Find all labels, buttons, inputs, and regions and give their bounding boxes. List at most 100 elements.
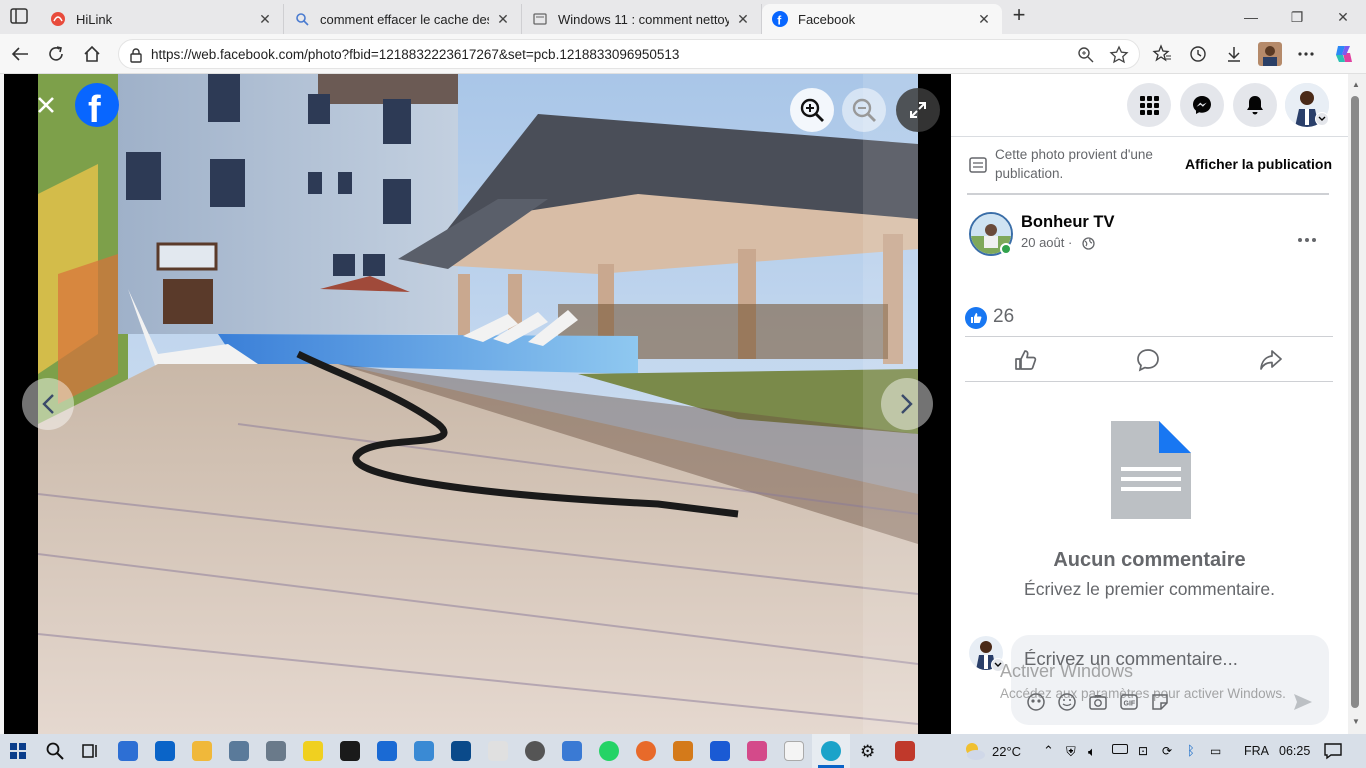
- notifications-bell-icon[interactable]: [1233, 83, 1277, 127]
- more-options-icon[interactable]: [1297, 230, 1317, 248]
- close-tab-icon[interactable]: ✕: [495, 11, 511, 28]
- taskbar-search-icon[interactable]: [46, 742, 64, 765]
- profile-avatar[interactable]: [1256, 40, 1284, 68]
- blank-app-icon[interactable]: [488, 741, 508, 761]
- weather-icon[interactable]: [960, 739, 988, 768]
- tray-app-icon[interactable]: ⛨: [1066, 744, 1076, 760]
- edge-icon[interactable]: [821, 741, 841, 761]
- app-icon[interactable]: [414, 741, 434, 761]
- notification-center-icon[interactable]: [1323, 742, 1343, 765]
- zoom-icon[interactable]: [1077, 46, 1095, 69]
- close-tab-icon[interactable]: ✕: [257, 11, 273, 28]
- app-icon[interactable]: [895, 741, 915, 761]
- share-button[interactable]: [1226, 344, 1316, 376]
- document-app-icon[interactable]: [784, 741, 804, 761]
- home-icon[interactable]: [78, 40, 106, 68]
- reaction-count[interactable]: 26: [993, 306, 1014, 328]
- calculator-icon[interactable]: [266, 741, 286, 761]
- whatsapp-icon[interactable]: [599, 741, 619, 761]
- downloads-icon[interactable]: [1220, 40, 1248, 68]
- divider: [965, 336, 1333, 337]
- powershell-icon[interactable]: [451, 741, 471, 761]
- sticky-notes-icon[interactable]: [303, 741, 323, 761]
- favorites-icon[interactable]: [1148, 40, 1176, 68]
- tab-facebook[interactable]: f Facebook ✕: [762, 4, 1002, 34]
- fullscreen-icon[interactable]: [896, 88, 940, 132]
- weather-temperature[interactable]: 22°C: [992, 744, 1021, 759]
- clock-time[interactable]: 06:25: [1279, 744, 1310, 758]
- scrollbar-thumb[interactable]: [1351, 96, 1359, 708]
- volume-icon[interactable]: 🔈︎: [1088, 744, 1096, 760]
- favorite-star-icon[interactable]: [1109, 45, 1129, 70]
- tab-search[interactable]: comment effacer le cache des log ✕: [284, 4, 522, 34]
- remote-desktop-icon[interactable]: [377, 741, 397, 761]
- tab-label: comment effacer le cache des log: [320, 11, 489, 27]
- new-tab-icon[interactable]: +: [1008, 4, 1030, 27]
- app-icon[interactable]: [710, 741, 730, 761]
- divider: [967, 193, 1329, 195]
- app-icon[interactable]: [673, 741, 693, 761]
- media-app-icon[interactable]: [525, 741, 545, 761]
- sync-icon[interactable]: ⟳: [1162, 744, 1172, 758]
- previous-photo-button[interactable]: [22, 378, 74, 430]
- comment-button[interactable]: [1103, 344, 1193, 376]
- network-app-icon[interactable]: [229, 741, 249, 761]
- tab-actions-icon[interactable]: [10, 8, 30, 26]
- tab-hilink[interactable]: HiLink ✕: [40, 4, 284, 34]
- history-icon[interactable]: [1184, 40, 1212, 68]
- post-date[interactable]: 20 août ·: [1021, 235, 1072, 250]
- back-icon[interactable]: [6, 40, 34, 68]
- like-button[interactable]: [981, 344, 1071, 376]
- address-bar[interactable]: https://web.facebook.com/photo?fbid=1218…: [118, 39, 1140, 69]
- zoom-out-icon[interactable]: [842, 88, 886, 132]
- copilot-app-icon[interactable]: [747, 741, 767, 761]
- next-photo-button[interactable]: [881, 378, 933, 430]
- post-photo[interactable]: [38, 74, 918, 734]
- tray-chevron-up-icon[interactable]: ⌃: [1043, 743, 1054, 759]
- copilot-icon[interactable]: [1330, 40, 1358, 68]
- file-explorer-icon[interactable]: [192, 741, 212, 761]
- search-icon: [294, 11, 310, 27]
- facebook-logo[interactable]: f: [74, 82, 120, 131]
- lock-icon[interactable]: [129, 47, 143, 68]
- battery-icon[interactable]: [1112, 744, 1128, 754]
- zoom-in-icon[interactable]: [790, 88, 834, 132]
- more-menu-icon[interactable]: [1292, 40, 1320, 68]
- messenger-icon[interactable]: [1180, 83, 1224, 127]
- network-icon[interactable]: ⊡: [1138, 744, 1148, 758]
- scroll-down-icon[interactable]: ▼: [1352, 717, 1360, 726]
- pycharm-icon[interactable]: [340, 741, 360, 761]
- page-scrollbar[interactable]: ▲ ▼: [1348, 74, 1366, 734]
- keyboard-icon[interactable]: ▭: [1210, 744, 1221, 758]
- author-name[interactable]: Bonheur TV: [1021, 213, 1115, 232]
- minimize-icon[interactable]: —: [1228, 0, 1274, 34]
- menu-grid-icon[interactable]: [1127, 83, 1171, 127]
- like-reaction-icon[interactable]: [965, 307, 987, 329]
- input-language[interactable]: FRA: [1244, 744, 1269, 758]
- task-view-icon[interactable]: [81, 743, 99, 764]
- post-side-panel: Cette photo provient d'une publication. …: [951, 74, 1348, 734]
- chevron-down-icon[interactable]: [1315, 112, 1329, 126]
- tab-windows-article[interactable]: Windows 11 : comment nettoyer l ✕: [522, 4, 762, 34]
- restore-icon[interactable]: ❐: [1274, 0, 1320, 34]
- view-post-link[interactable]: Afficher la publication: [1185, 156, 1332, 172]
- globe-icon: [1082, 237, 1095, 255]
- refresh-icon[interactable]: [42, 40, 70, 68]
- store-app-icon[interactable]: [118, 741, 138, 761]
- app-icon[interactable]: [562, 741, 582, 761]
- activation-watermark-subtitle: Accédez aux paramètres pour activer Wind…: [1000, 686, 1286, 701]
- windows-start-icon[interactable]: [10, 743, 26, 764]
- settings-gear-icon[interactable]: ⚙: [860, 742, 875, 762]
- close-window-icon[interactable]: ✕: [1320, 0, 1366, 34]
- outlook-app-icon[interactable]: [155, 741, 175, 761]
- chevron-right-icon: [901, 394, 913, 414]
- close-tab-icon[interactable]: ✕: [735, 11, 751, 28]
- close-tab-icon[interactable]: ✕: [976, 11, 992, 28]
- bluetooth-icon[interactable]: ᛒ: [1187, 743, 1195, 758]
- svg-text:f: f: [88, 89, 101, 128]
- send-icon[interactable]: [1293, 693, 1313, 716]
- close-viewer-icon[interactable]: [28, 87, 64, 123]
- firefox-icon[interactable]: [636, 741, 656, 761]
- scroll-up-icon[interactable]: ▲: [1352, 80, 1360, 89]
- facebook-icon: f: [772, 11, 788, 27]
